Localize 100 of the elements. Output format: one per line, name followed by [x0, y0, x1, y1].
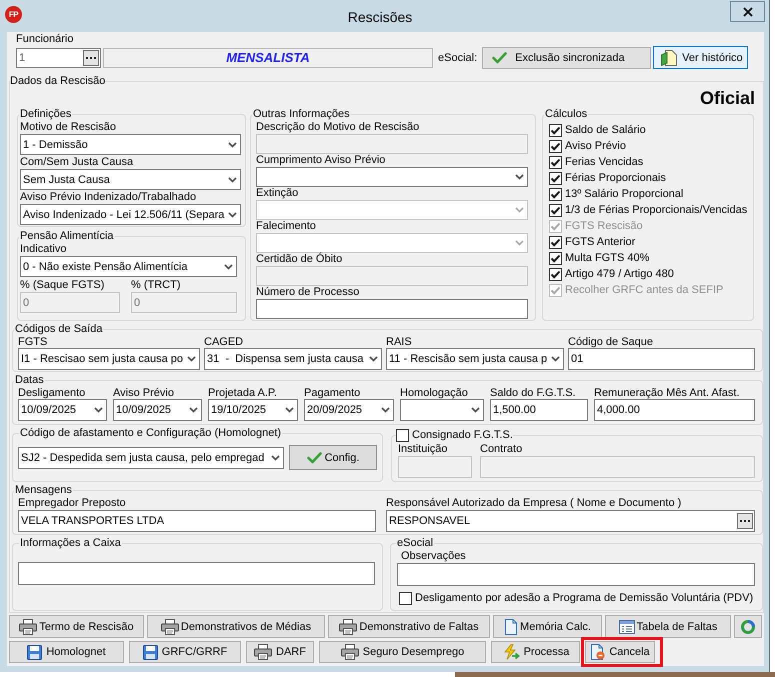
date-picker[interactable]: 10/09/2025: [18, 399, 107, 421]
field-label: Funcionário: [16, 33, 74, 46]
checkbox-label: Aviso Prévio: [565, 140, 626, 152]
toolbar-button[interactable]: [734, 615, 762, 638]
dropdown[interactable]: 0 - Não existe Pensão Alimentícia: [20, 256, 237, 277]
checkbox-label: Saldo de Salário: [565, 124, 646, 136]
dropdown[interactable]: Sem Justa Causa: [20, 169, 241, 190]
checkbox[interactable]: [549, 124, 562, 136]
dropdown[interactable]: SJ2 - Despedida sem justa causa, pelo empregad: [18, 446, 284, 468]
field-label: RAIS: [386, 336, 412, 348]
field-label: Instituição: [398, 443, 448, 456]
field-label: Desligamento: [18, 387, 86, 399]
field-label: eSocial:: [438, 52, 478, 64]
checkbox[interactable]: [549, 156, 562, 168]
checkbox[interactable]: [549, 204, 562, 216]
text-field[interactable]: [397, 563, 755, 586]
text-field[interactable]: VELA TRANSPORTES LTDA: [18, 510, 376, 532]
field-label: Indicativo: [20, 243, 66, 256]
toolbar-button[interactable]: DARF: [246, 641, 314, 663]
chevron-down-icon: [285, 407, 294, 413]
dropdown[interactable]: 31 - Dispensa sem justa causa: [204, 348, 382, 370]
dropdown[interactable]: [256, 167, 528, 187]
field-label: Contrato: [480, 443, 522, 456]
text-field[interactable]: [18, 562, 375, 585]
checkbox-label: FGTS Rescisão: [565, 220, 643, 232]
close-button[interactable]: [730, 1, 765, 22]
checkbox-label: Desligamento por adesão a Programa de Demissão Voluntária (PDV): [415, 592, 754, 604]
group-title: Definições: [19, 108, 72, 121]
checkbox[interactable]: [549, 268, 562, 280]
chevron-down-icon: [471, 407, 480, 413]
config-button[interactable]: Config.: [289, 445, 377, 470]
toolbar-button[interactable]: Cancela: [585, 641, 655, 663]
toolbar-button[interactable]: Demonstrativo de Faltas: [328, 615, 490, 638]
employee-name-field: MENSALISTA: [103, 48, 433, 68]
field-label: Observações: [401, 550, 466, 563]
group-title: Outras Informações: [252, 108, 351, 121]
lookup-field[interactable]: 1: [16, 48, 101, 68]
dropdown[interactable]: Aviso Indenizado - Lei 12.506/11 (Separa: [20, 204, 241, 225]
date-picker[interactable]: [400, 399, 484, 421]
document-icon: [661, 50, 678, 66]
checkbox[interactable]: [549, 252, 562, 264]
sync-status-button[interactable]: Exclusão sincronizada: [482, 46, 652, 68]
chevron-down-icon: [228, 176, 237, 182]
field-label: Aviso Prévio: [113, 387, 174, 399]
group-title: Códigos de Saída: [14, 323, 104, 336]
ellipsis-button[interactable]: [83, 50, 99, 66]
document-icon: [504, 618, 518, 634]
group-title: Dados da Rescisão: [10, 75, 106, 88]
field-label: Projetada A.P.: [208, 387, 277, 399]
date-picker[interactable]: 19/10/2025: [208, 399, 298, 421]
checkbox-label: 1/3 de Férias Proporcionais/Vencidas: [565, 204, 748, 216]
printer-icon: [339, 618, 358, 634]
toolbar-button[interactable]: Seguro Desemprego: [319, 641, 486, 663]
field-label: Certidão de Óbito: [256, 253, 342, 266]
toolbar-button[interactable]: Processa: [491, 641, 580, 663]
printer-icon: [19, 618, 38, 634]
chevron-down-icon: [369, 356, 378, 362]
group-title: Pensão Alimentícia: [19, 230, 115, 243]
chevron-down-icon: [228, 212, 237, 218]
checkbox[interactable]: [549, 188, 562, 200]
toolbar-button[interactable]: GRFC/GRRF: [129, 641, 241, 663]
checkbox[interactable]: [549, 140, 562, 152]
ring-icon: [740, 618, 756, 634]
dropdown[interactable]: 1 - Demissão: [20, 134, 241, 155]
chevron-down-icon: [515, 240, 524, 246]
lookup-field[interactable]: RESPONSAVEL: [386, 510, 755, 532]
toolbar-button[interactable]: Memória Calc.: [493, 615, 602, 638]
checkbox[interactable]: [549, 236, 562, 248]
date-picker[interactable]: 10/09/2025: [113, 399, 202, 421]
document-icon: [590, 644, 606, 660]
printer-icon: [340, 644, 359, 660]
text-field[interactable]: 1,500.00: [490, 399, 588, 421]
toolbar-button[interactable]: Demonstrativos de Médias: [147, 615, 325, 638]
checkbox[interactable]: [396, 428, 409, 442]
chevron-down-icon: [515, 174, 524, 180]
text-field[interactable]: 4,000.00: [594, 399, 755, 421]
toolbar-button[interactable]: Termo de Rescisão: [9, 615, 144, 638]
field-label: Responsável Autorizado da Empresa ( Nome e Documento ): [386, 497, 682, 510]
text-field[interactable]: [256, 299, 528, 319]
checkbox-label: 13º Salário Proporcional: [565, 188, 684, 200]
field-label: Descrição do Motivo de Rescisão: [256, 121, 420, 134]
date-picker[interactable]: 20/09/2025: [304, 399, 394, 421]
checkbox[interactable]: [399, 592, 412, 604]
checkbox[interactable]: [549, 172, 562, 184]
dropdown[interactable]: I1 - Rescisao sem justa causa po: [18, 348, 200, 370]
field-label: Falecimento: [256, 220, 316, 233]
field-label: Pagamento: [304, 387, 360, 399]
checkbox-label: FGTS Anterior: [565, 236, 636, 248]
toolbar-button[interactable]: Tabela de Faltas: [605, 615, 731, 638]
text-field[interactable]: 01: [568, 348, 755, 370]
window-title: Rescisões: [346, 9, 414, 25]
ellipsis-button[interactable]: [737, 513, 753, 529]
group-title: Cálculos: [544, 108, 588, 121]
toolbar-button[interactable]: Homolognet: [9, 641, 124, 663]
app-logo: FP: [5, 6, 22, 23]
history-button[interactable]: Ver histórico: [653, 46, 748, 69]
table-icon: [618, 620, 635, 634]
field-label: Saldo do F.G.T.S.: [490, 387, 576, 399]
dropdown[interactable]: 11 - Rescisão sem justa causa p: [386, 348, 564, 370]
printer-icon: [254, 644, 272, 660]
